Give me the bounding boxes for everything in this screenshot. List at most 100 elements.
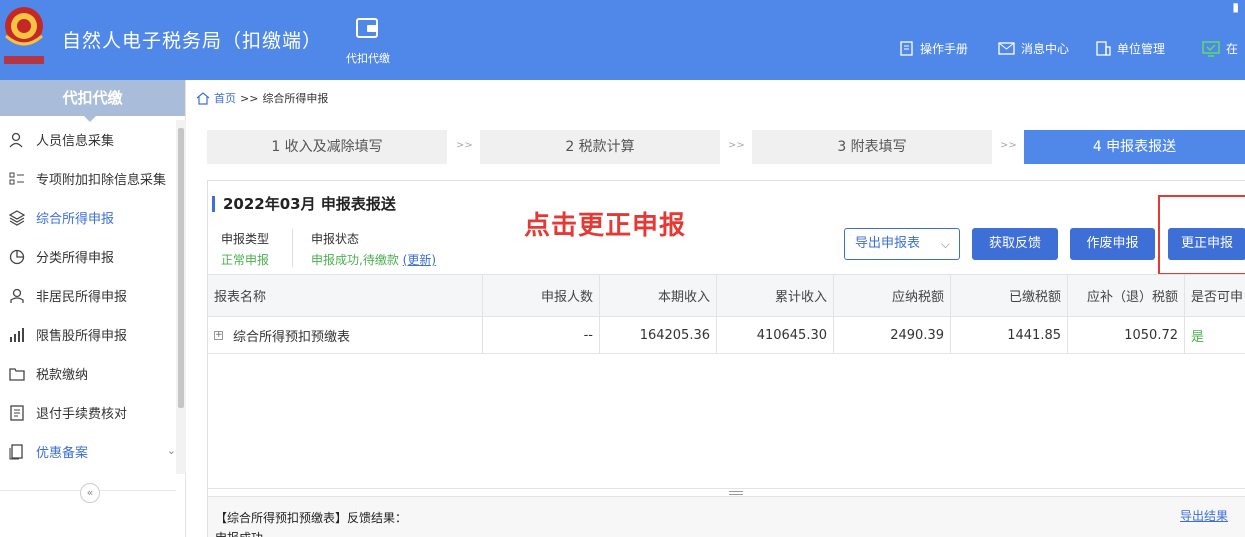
table-header: 报表名称 申报人数 本期收入 累计收入 应纳税额 已缴税额 应补（退）税额 是否…: [208, 274, 1245, 317]
col-tax-payable[interactable]: 应纳税额: [834, 275, 951, 316]
step-report-submission[interactable]: 4 申报表报送: [1024, 130, 1245, 164]
step-separator: >>: [1000, 140, 1017, 151]
table-row[interactable]: + 综合所得预扣预缴表 -- 164205.36 410645.30 2490.…: [208, 317, 1245, 354]
nav-manual-label: 操作手册: [920, 42, 969, 56]
nav-unit-management[interactable]: 单位管理: [1096, 40, 1165, 57]
layers-icon: [9, 209, 25, 226]
feedback-result-status: 申报成功: [215, 529, 263, 537]
sidebar-item-label: 综合所得申报: [36, 212, 115, 227]
list-icon: [9, 172, 24, 184]
col-current-income[interactable]: 本期收入: [600, 275, 717, 316]
sidebar-item-label: 退付手续费核对: [36, 407, 128, 422]
feedback-result-area: 【综合所得预扣预缴表】反馈结果： 申报成功 导出结果: [208, 496, 1245, 537]
breadcrumb-home[interactable]: 首页: [214, 90, 236, 106]
chevron-down-icon: ⌵: [940, 237, 950, 251]
step-income-entry[interactable]: 1 收入及减除填写: [207, 130, 447, 164]
cell-tax-payable: 2490.39: [834, 317, 951, 353]
refresh-status-link[interactable]: (更新): [403, 253, 436, 267]
checklist-icon: [10, 404, 24, 421]
step-attachment-entry[interactable]: 3 附表填写: [752, 130, 992, 164]
app-title: 自然人电子税务局（扣缴端）: [62, 30, 323, 52]
sidebar-item-restricted-stock[interactable]: 限售股所得申报: [0, 315, 176, 354]
sidebar-item-label: 税款缴纳: [36, 368, 89, 383]
void-report-button[interactable]: 作废申报: [1070, 228, 1155, 260]
highlight-box: [1158, 195, 1245, 275]
step-tax-calculation[interactable]: 2 税款计算: [480, 130, 720, 164]
cell-can-declare: 是: [1191, 329, 1205, 345]
nav-manual[interactable]: 操作手册: [900, 40, 968, 57]
report-type-value: 正常申报: [221, 253, 270, 267]
collapse-sidebar-button[interactable]: «: [80, 483, 100, 503]
pie-icon: [9, 249, 25, 264]
manual-icon: [900, 41, 913, 56]
splitter-grip-icon[interactable]: [729, 491, 743, 495]
wallet-icon: [356, 18, 378, 38]
sidebar-item-special-deduction[interactable]: 专项附加扣除信息采集: [0, 159, 176, 198]
online-icon: [1202, 40, 1220, 57]
nav-withholding[interactable]: 代扣代缴: [338, 16, 398, 66]
cell-tax-due: 1050.72: [1068, 317, 1185, 353]
sidebar-item-personnel[interactable]: 人员信息采集: [0, 120, 176, 159]
top-header: 自然人电子税务局（扣缴端） 代扣代缴 操作手册 消息中心 单位管理 在 ▮: [0, 0, 1245, 80]
report-status-text: 申报成功,待缴款: [311, 253, 399, 267]
cell-report-name: + 综合所得预扣预缴表: [208, 317, 483, 353]
sidebar-item-label: 人员信息采集: [36, 134, 115, 149]
message-icon: [998, 42, 1015, 55]
nav-online[interactable]: 在: [1202, 40, 1238, 57]
feedback-result-text: 【综合所得预扣预缴表】反馈结果：: [215, 511, 408, 525]
export-report-label: 导出申报表: [855, 236, 921, 251]
sidebar-title: 代扣代缴: [0, 80, 185, 122]
col-tax-paid[interactable]: 已缴税额: [951, 275, 1068, 316]
folder-icon: [9, 367, 25, 381]
window-control[interactable]: ▮: [1232, 0, 1239, 14]
chevron-down-icon: ⌄: [166, 444, 176, 457]
report-status-value: 申报成功,待缴款 (更新): [311, 251, 436, 268]
sidebar-item-label: 专项附加扣除信息采集: [36, 173, 167, 188]
sidebar-item-label: 分类所得申报: [36, 251, 115, 266]
sidebar-item-refund-check[interactable]: 退付手续费核对: [0, 393, 176, 432]
sidebar-item-label: 优惠备案: [36, 446, 89, 461]
sidebar-scrollbar[interactable]: [176, 120, 186, 474]
nav-messages[interactable]: 消息中心: [998, 40, 1069, 57]
tax-emblem-logo: [4, 7, 44, 64]
col-cumulative-income[interactable]: 累计收入: [717, 275, 834, 316]
copy-icon: [9, 443, 23, 460]
get-feedback-button[interactable]: 获取反馈: [972, 228, 1058, 260]
export-report-dropdown[interactable]: 导出申报表 ⌵: [844, 228, 960, 260]
breadcrumb-current: 综合所得申报: [262, 92, 329, 105]
col-can-declare[interactable]: 是否可申: [1185, 275, 1245, 316]
sidebar-item-classified-income[interactable]: 分类所得申报: [0, 237, 176, 276]
annotation-text: 点击更正申报: [524, 211, 687, 241]
bar-chart-icon: [10, 327, 24, 342]
nav-messages-label: 消息中心: [1021, 42, 1070, 56]
sidebar-item-preferential-filing[interactable]: 优惠备案 ⌄: [0, 432, 176, 471]
sidebar-item-comprehensive-income[interactable]: 综合所得申报: [0, 198, 176, 237]
expand-row-icon[interactable]: +: [214, 330, 223, 340]
cell-count: --: [483, 317, 600, 353]
kv-divider: [292, 229, 293, 267]
step-separator: >>: [728, 140, 745, 151]
cell-tax-paid: 1441.85: [951, 317, 1068, 353]
sidebar-item-label: 限售股所得申报: [36, 329, 128, 344]
sidebar-item-nonresident[interactable]: 非居民所得申报: [0, 276, 176, 315]
nav-withholding-label: 代扣代缴: [346, 52, 390, 65]
col-tax-due[interactable]: 应补（退）税额: [1068, 275, 1185, 316]
breadcrumb-separator: >>: [240, 91, 259, 105]
report-panel: 2022年03月 申报表报送 申报类型 正常申报 申报状态 申报成功,待缴款 (…: [207, 180, 1245, 537]
user-outline-icon: [10, 288, 24, 303]
breadcrumb: 首页 >> 综合所得申报: [196, 90, 328, 106]
sidebar-item-tax-payment[interactable]: 税款缴纳: [0, 354, 176, 393]
col-count[interactable]: 申报人数: [483, 275, 600, 316]
panel-splitter[interactable]: [208, 488, 1245, 496]
col-report-name[interactable]: 报表名称: [208, 275, 483, 316]
nav-online-label: 在: [1226, 42, 1239, 56]
step-separator: >>: [456, 140, 473, 151]
sidebar: 代扣代缴 人员信息采集 专项附加扣除信息采集 综合所得申报 分类所得申报 非居民…: [0, 80, 186, 537]
cell-current-income: 164205.36: [600, 317, 717, 353]
scrollbar-thumb[interactable]: [178, 128, 184, 408]
cell-cumulative-income: 410645.30: [717, 317, 834, 353]
building-icon: [1096, 41, 1111, 56]
person-icon: [9, 132, 23, 147]
export-result-link[interactable]: 导出结果: [1180, 507, 1228, 524]
home-icon[interactable]: [196, 91, 210, 105]
